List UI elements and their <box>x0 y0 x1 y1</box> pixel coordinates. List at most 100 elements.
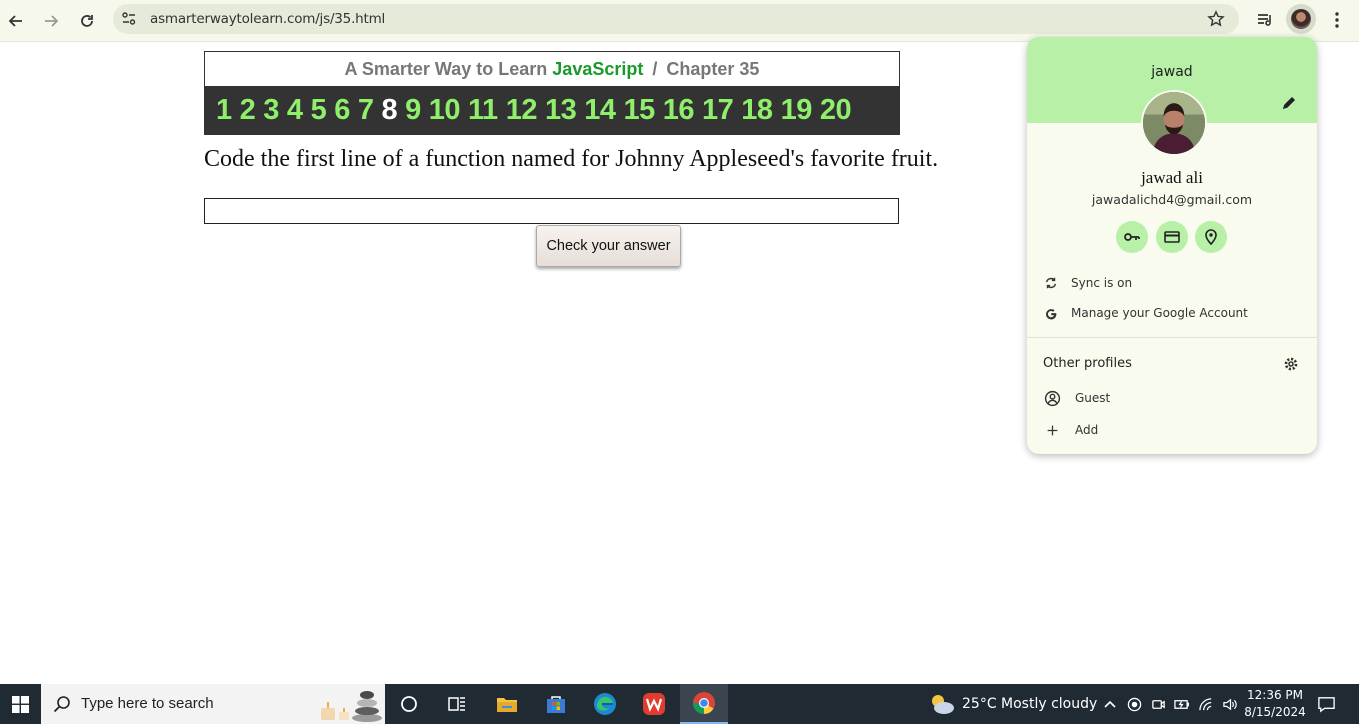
address-pin-icon <box>1205 229 1217 246</box>
chapter-link-2[interactable]: 2 <box>240 86 256 135</box>
chapter-navigation: 1 2 3 4 5 6 7 8 9 10 11 12 13 14 15 16 17 18 19 20 <box>205 86 899 135</box>
taskbar-task-view[interactable] <box>433 684 481 724</box>
chapter-link-9[interactable]: 9 <box>405 86 421 135</box>
guest-profile-row[interactable]: Guest <box>1027 385 1317 411</box>
manage-account-row[interactable]: Manage your Google Account <box>1027 300 1317 326</box>
chapter-link-20[interactable]: 20 <box>820 86 852 135</box>
back-button[interactable] <box>2 7 30 35</box>
profile-avatar-button[interactable] <box>1286 4 1316 34</box>
edit-pencil-icon[interactable] <box>1281 95 1297 111</box>
chapter-link-1[interactable]: 1 <box>216 86 232 135</box>
forward-button[interactable] <box>37 7 65 35</box>
chapter-link-15[interactable]: 15 <box>624 86 656 135</box>
tray-battery[interactable] <box>1172 695 1190 713</box>
manage-profiles-gear-icon[interactable] <box>1283 356 1299 372</box>
chapter-link-18[interactable]: 18 <box>741 86 773 135</box>
profile-avatar-large <box>1141 90 1207 156</box>
chapter-link-13[interactable]: 13 <box>545 86 577 135</box>
title-brand: JavaScript <box>552 59 644 79</box>
reading-list-icon <box>1258 14 1271 26</box>
chapter-link-11[interactable]: 11 <box>468 86 498 135</box>
record-icon <box>1127 697 1141 711</box>
chapter-link-7[interactable]: 7 <box>358 86 374 135</box>
account-email: jawadalichd4@gmail.com <box>1091 192 1253 207</box>
add-profile-row[interactable]: Add <box>1027 417 1317 443</box>
search-highlight-stones-icon <box>321 691 382 722</box>
profile-name: jawad <box>1151 64 1193 80</box>
chapter-link-12[interactable]: 12 <box>506 86 538 135</box>
browser-toolbar: asmarterwaytolearn.com/js/35.html <box>0 0 1359 42</box>
tray-wifi[interactable] <box>1197 695 1215 713</box>
chapter-link-19[interactable]: 19 <box>781 86 813 135</box>
forward-icon <box>45 15 59 27</box>
profile-avatar-icon <box>1291 9 1311 29</box>
browser-menu-button[interactable] <box>1325 8 1349 32</box>
chapter-link-3[interactable]: 3 <box>263 86 279 135</box>
taskbar-wps-office[interactable] <box>630 684 678 724</box>
windows-taskbar: Type here to search 25°C Mostly cloudy 1… <box>0 684 1359 724</box>
weather-cloudy-icon <box>932 695 954 714</box>
volume-icon <box>1222 698 1237 710</box>
chapter-link-17[interactable]: 17 <box>702 86 734 135</box>
microsoft-store-icon <box>547 696 565 713</box>
chapter-link-5[interactable]: 5 <box>311 86 327 135</box>
notifications-button[interactable] <box>1316 694 1336 714</box>
taskbar-file-explorer[interactable] <box>483 684 531 724</box>
google-g-icon <box>1046 309 1057 320</box>
add-label: Add <box>1075 423 1099 437</box>
battery-charging-icon <box>1173 699 1189 709</box>
search-placeholder: Type here to search <box>81 695 214 712</box>
clock-date: 8/15/2024 <box>1244 705 1306 719</box>
back-icon <box>8 15 22 27</box>
bookmark-star-icon[interactable] <box>1207 10 1225 28</box>
chrome-icon <box>693 692 715 714</box>
chapter-link-16[interactable]: 16 <box>663 86 695 135</box>
chapter-link-4[interactable]: 4 <box>287 86 303 135</box>
meet-camera-icon <box>1151 699 1165 709</box>
reading-list-button[interactable] <box>1253 8 1277 32</box>
tray-overflow-button[interactable] <box>1101 695 1119 713</box>
check-answer-button[interactable]: Check your answer <box>536 225 681 267</box>
cortana-icon <box>401 696 417 712</box>
manage-account-label: Manage your Google Account <box>1071 306 1248 320</box>
taskbar-chrome[interactable] <box>680 684 728 724</box>
chevron-up-icon <box>1104 700 1116 708</box>
guest-user-icon <box>1044 390 1060 406</box>
chapter-link-14[interactable]: 14 <box>584 86 616 135</box>
payment-methods-button[interactable] <box>1156 221 1188 253</box>
answer-input[interactable] <box>204 198 899 224</box>
search-icon <box>53 696 70 713</box>
weather-text[interactable]: 25°C Mostly cloudy <box>962 696 1097 712</box>
taskbar-edge[interactable] <box>581 684 629 724</box>
course-title: A Smarter Way to Learn JavaScript / Chap… <box>205 52 899 86</box>
addresses-button[interactable] <box>1195 221 1227 253</box>
tray-volume[interactable] <box>1221 695 1239 713</box>
chapter-link-10[interactable]: 10 <box>429 86 461 135</box>
profile-menu-panel: jawad jawad ali jawadalichd4@gmail.com S… <box>1027 37 1317 454</box>
wps-office-icon <box>643 693 665 715</box>
taskbar-search[interactable]: Type here to search <box>41 684 385 724</box>
reload-button[interactable] <box>73 7 101 35</box>
taskbar-clock[interactable]: 12:36 PM 8/15/2024 <box>1240 687 1310 721</box>
chapter-link-6[interactable]: 6 <box>334 86 350 135</box>
panel-divider <box>1027 337 1317 338</box>
site-settings-icon[interactable] <box>121 11 137 27</box>
address-bar[interactable]: asmarterwaytolearn.com/js/35.html <box>113 4 1239 34</box>
edge-icon <box>594 693 616 715</box>
other-profiles-heading: Other profiles <box>1043 356 1132 371</box>
taskbar-cortana[interactable] <box>385 684 433 724</box>
file-explorer-icon <box>497 698 517 712</box>
add-plus-icon <box>1047 425 1057 435</box>
taskbar-microsoft-store[interactable] <box>532 684 580 724</box>
question-text: Code the first line of a function named … <box>204 146 939 172</box>
account-full-name: jawad ali <box>1141 168 1203 187</box>
tray-record[interactable] <box>1125 695 1143 713</box>
menu-dots-icon <box>1335 12 1339 28</box>
passwords-button[interactable] <box>1116 221 1148 253</box>
url-text[interactable]: asmarterwaytolearn.com/js/35.html <box>150 11 385 27</box>
tray-meet[interactable] <box>1149 695 1167 713</box>
notification-icon <box>1317 696 1335 712</box>
sync-status-row[interactable]: Sync is on <box>1027 270 1317 296</box>
wifi-icon <box>1198 697 1211 710</box>
start-button[interactable] <box>0 684 40 724</box>
